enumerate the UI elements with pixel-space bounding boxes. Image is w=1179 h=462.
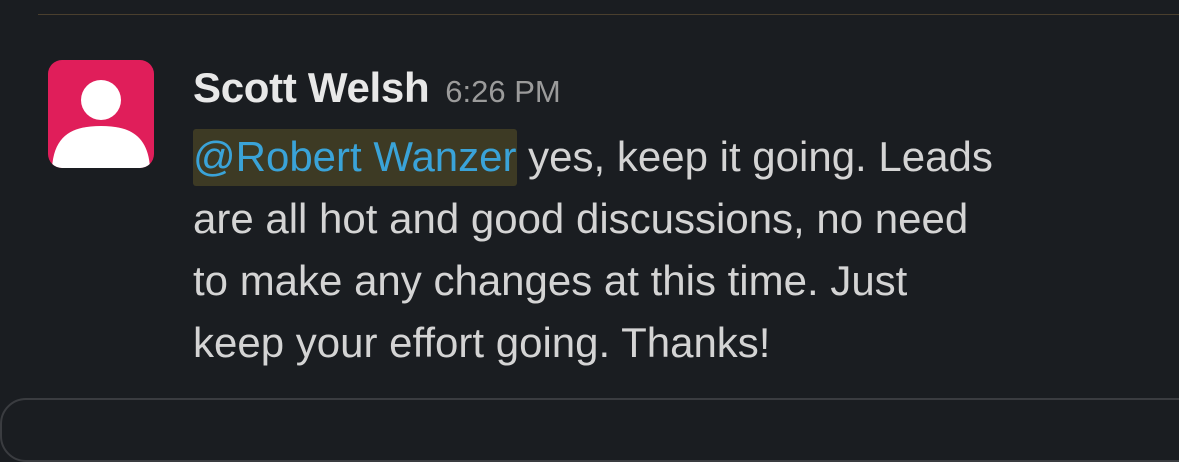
timestamp[interactable]: 6:26 PM (445, 66, 560, 118)
default-user-icon (52, 80, 150, 168)
message-body: @Robert Wanzer yes, keep it going. Leads… (193, 126, 1153, 374)
message-line: to make any changes at this time. Just (193, 257, 908, 304)
message-composer[interactable] (0, 398, 1179, 462)
message-line: @Robert Wanzer yes, keep it going. Leads (193, 126, 1153, 188)
message-header: Scott Welsh 6:26 PM (193, 62, 561, 118)
message-line: are all hot and good discussions, no nee… (193, 195, 969, 242)
avatar[interactable] (48, 60, 154, 168)
message-item: Scott Welsh 6:26 PM @Robert Wanzer yes, … (0, 0, 1179, 417)
message-line: keep your effort going. Thanks! (193, 319, 771, 366)
author-name[interactable]: Scott Welsh (193, 62, 430, 114)
message-text: yes, keep it going. Leads (516, 133, 993, 180)
user-mention[interactable]: @Robert Wanzer (193, 129, 517, 186)
